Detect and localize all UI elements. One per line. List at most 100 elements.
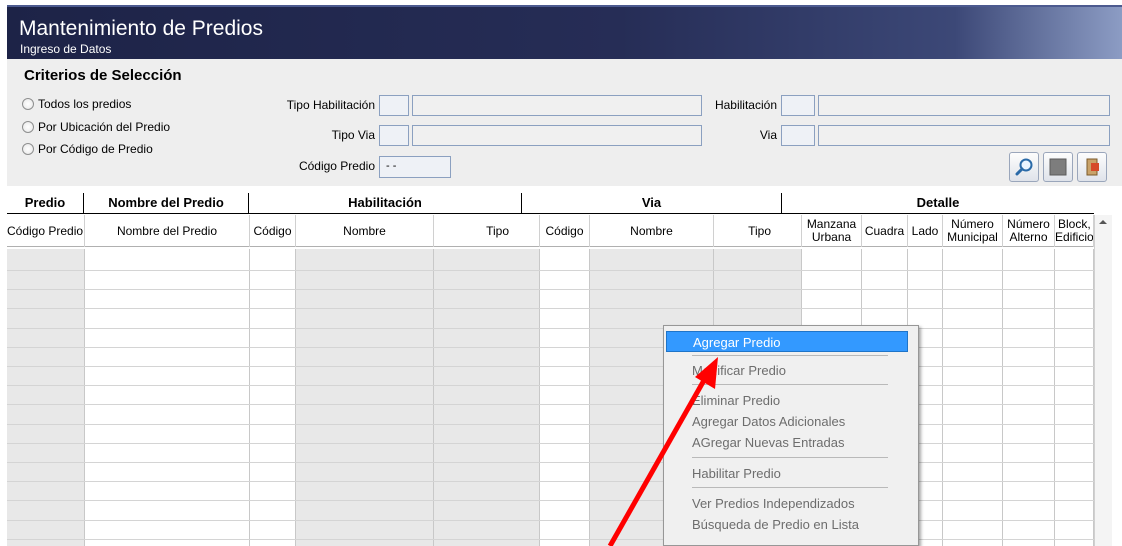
- context-menu: Agregar Predio Modificar Predio Eliminar…: [663, 325, 919, 546]
- predios-grid: Predio Nombre del Predio Habilitación Vi…: [7, 193, 1112, 546]
- grid-column-codigo-predio: [7, 249, 85, 546]
- codigo-predio-field[interactable]: - -: [379, 156, 451, 178]
- table-row-line: [7, 289, 1094, 290]
- grid-column-nombre-predio: [85, 249, 250, 546]
- grid-column-hab-nombre: [296, 249, 434, 546]
- radio-circle[interactable]: [22, 98, 34, 110]
- menu-item-agregar-datos-adicionales[interactable]: Agregar Datos Adicionales: [666, 411, 908, 432]
- group-detalle: Detalle: [782, 193, 1094, 214]
- menu-item-modificar-predio[interactable]: Modificar Predio: [666, 360, 908, 381]
- blank-icon: [1049, 158, 1067, 176]
- menu-label: Modificar Predio: [692, 363, 786, 378]
- menu-label: Habilitar Predio: [692, 466, 781, 481]
- tipo-habilitacion-code-field[interactable]: [379, 95, 409, 116]
- radio-por-ubicacion[interactable]: Por Ubicación del Predio: [22, 120, 170, 134]
- via-code-field[interactable]: [781, 125, 815, 146]
- col-hab-tipo[interactable]: Tipo: [434, 215, 540, 247]
- table-row-line: [7, 443, 1094, 444]
- menu-item-agregar-nuevas-entradas[interactable]: AGregar Nuevas Entradas: [666, 432, 908, 453]
- grid-column-block: [1055, 249, 1094, 546]
- grid-column-hab-codigo: [250, 249, 296, 546]
- menu-item-busqueda-predio-lista[interactable]: Búsqueda de Predio en Lista: [666, 514, 908, 535]
- col-via-codigo[interactable]: Código: [540, 215, 590, 247]
- group-predio: Predio: [7, 193, 84, 214]
- table-row-line: [7, 520, 1094, 521]
- exit-button[interactable]: [1077, 152, 1107, 182]
- tipo-habilitacion-name-field[interactable]: [412, 95, 702, 116]
- group-via: Via: [522, 193, 782, 214]
- radio-label: Todos los predios: [38, 97, 132, 111]
- table-row-line: [7, 328, 1094, 329]
- vertical-scrollbar[interactable]: [1094, 215, 1112, 546]
- col-hab-nombre[interactable]: Nombre: [296, 215, 434, 247]
- menu-separator: [692, 355, 888, 356]
- col-numero-municipal[interactable]: Número Municipal: [943, 215, 1003, 247]
- col-nombre-predio[interactable]: Nombre del Predio: [85, 215, 250, 247]
- table-row-line: [7, 347, 1094, 348]
- tipo-via-code-field[interactable]: [379, 125, 409, 146]
- window-title: Mantenimiento de Predios: [19, 17, 263, 40]
- col-via-nombre[interactable]: Nombre: [590, 215, 714, 247]
- menu-label: Agregar Predio: [693, 335, 781, 350]
- col-numero-alterno[interactable]: Número Alterno: [1003, 215, 1055, 247]
- column-header-row: Código Predio Nombre del Predio Código N…: [7, 215, 1094, 247]
- menu-separator: [692, 457, 888, 458]
- exit-door-icon: [1086, 158, 1099, 176]
- grid-column-hab-tipo: [434, 249, 540, 546]
- col-block-edificio[interactable]: Block, Edificio: [1055, 215, 1094, 247]
- table-row-line: [7, 424, 1094, 425]
- tipo-via-label: Tipo Via: [331, 128, 375, 142]
- table-row-line: [7, 366, 1094, 367]
- search-icon: [1015, 158, 1033, 176]
- col-codigo-predio[interactable]: Código Predio: [7, 215, 85, 247]
- col-via-tipo[interactable]: Tipo: [714, 215, 802, 247]
- group-nombre-predio: Nombre del Predio: [84, 193, 249, 214]
- radio-todos-predios[interactable]: Todos los predios: [22, 97, 131, 111]
- menu-separator: [692, 384, 888, 385]
- menu-label: Agregar Datos Adicionales: [692, 414, 846, 429]
- col-manzana-urbana[interactable]: Manzana Urbana: [802, 215, 862, 247]
- blank-button[interactable]: [1043, 152, 1073, 182]
- search-button[interactable]: [1009, 152, 1039, 182]
- radio-por-codigo[interactable]: Por Código de Predio: [22, 142, 153, 156]
- col-cuadra[interactable]: Cuadra: [862, 215, 908, 247]
- tipo-via-name-field[interactable]: [412, 125, 702, 146]
- table-row-line: [7, 500, 1094, 501]
- grid-column-numero-municipal: [943, 249, 1003, 546]
- radio-label: Por Código de Predio: [38, 142, 153, 156]
- table-row-line: [7, 404, 1094, 405]
- window-subtitle: Ingreso de Datos: [20, 42, 112, 56]
- via-label: Via: [759, 128, 777, 142]
- table-row-line: [7, 462, 1094, 463]
- menu-item-ver-predios-independizados[interactable]: Ver Predios Independizados: [666, 493, 908, 514]
- criteria-panel: Criterios de Selección Todos los predios…: [7, 59, 1122, 186]
- table-row-line: [7, 385, 1094, 386]
- grid-column-numero-alterno: [1003, 249, 1055, 546]
- menu-label: Eliminar Predio: [692, 393, 781, 408]
- radio-circle[interactable]: [22, 121, 34, 133]
- window-title-bar: Mantenimiento de Predios Ingreso de Dato…: [7, 7, 1122, 59]
- codigo-predio-label: Código Predio: [298, 159, 375, 173]
- tipo-habilitacion-label: Tipo Habilitación: [286, 98, 375, 112]
- col-lado[interactable]: Lado: [908, 215, 943, 247]
- menu-item-agregar-predio[interactable]: Agregar Predio: [666, 331, 908, 352]
- grid-column-via-codigo: [540, 249, 590, 546]
- habilitacion-name-field[interactable]: [818, 95, 1110, 116]
- menu-item-habilitar-predio[interactable]: Habilitar Predio: [666, 463, 908, 484]
- via-name-field[interactable]: [818, 125, 1110, 146]
- menu-label: Ver Predios Independizados: [692, 496, 855, 511]
- group-habilitacion: Habilitación: [249, 193, 522, 214]
- scroll-up-icon[interactable]: [1095, 215, 1111, 229]
- habilitacion-code-field[interactable]: [781, 95, 815, 116]
- table-row-line: [7, 308, 1094, 309]
- menu-separator: [692, 487, 888, 488]
- col-hab-codigo[interactable]: Código: [250, 215, 296, 247]
- criteria-title: Criterios de Selección: [24, 67, 182, 84]
- table-row-line: [7, 270, 1094, 271]
- table-row-line: [7, 481, 1094, 482]
- menu-label: AGregar Nuevas Entradas: [692, 435, 845, 450]
- radio-circle[interactable]: [22, 143, 34, 155]
- table-row-line: [7, 539, 1094, 540]
- radio-label: Por Ubicación del Predio: [38, 120, 171, 134]
- menu-item-eliminar-predio[interactable]: Eliminar Predio: [666, 390, 908, 411]
